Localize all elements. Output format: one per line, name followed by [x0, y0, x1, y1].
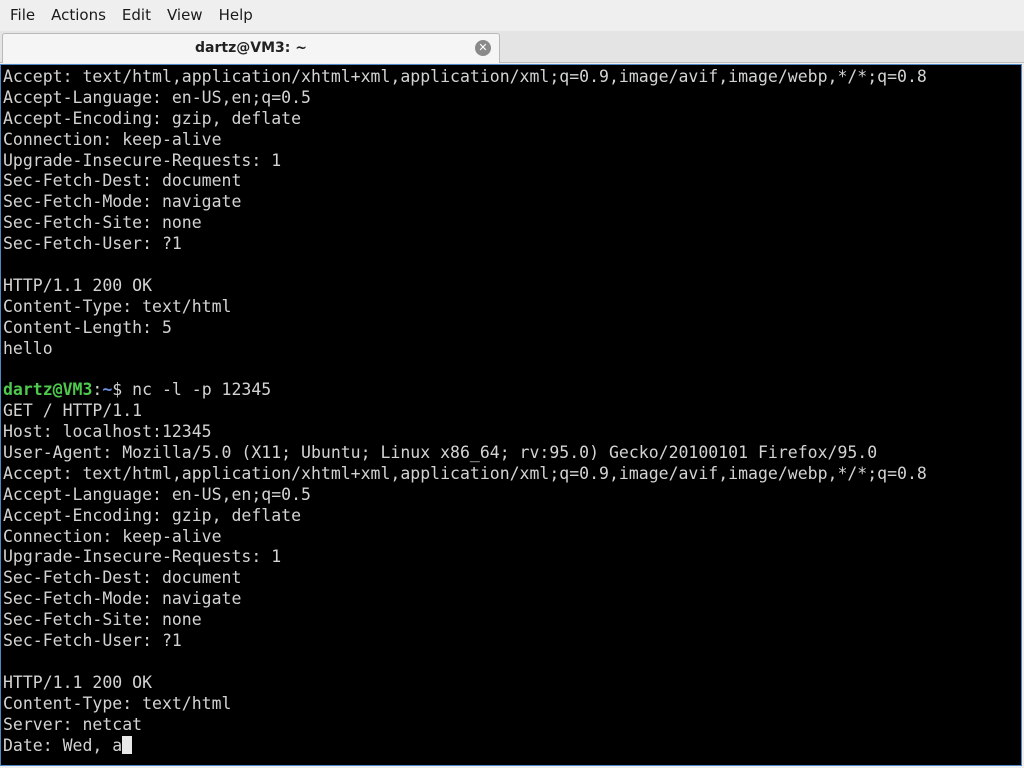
- output-line: Sec-Fetch-Site: none: [3, 610, 202, 630]
- close-icon[interactable]: ✕: [475, 40, 491, 56]
- menubar: File Actions Edit View Help: [0, 0, 1024, 30]
- text-cursor: [122, 735, 133, 754]
- terminal-window: File Actions Edit View Help dartz@VM3: ~…: [0, 0, 1024, 768]
- output-line: HTTP/1.1 200 OK: [3, 672, 153, 692]
- prompt-colon: :: [92, 380, 103, 400]
- menu-actions[interactable]: Actions: [43, 0, 114, 30]
- output-line: Accept: text/html,application/xhtml+xml,…: [3, 67, 927, 86]
- tab-bar: dartz@VM3: ~ ✕: [0, 31, 1024, 63]
- output-line: Connection: keep-alive: [3, 129, 222, 149]
- output-line: Accept: text/html,application/xhtml+xml,…: [3, 463, 927, 483]
- output-line: Connection: keep-alive: [3, 526, 222, 546]
- output-line: Sec-Fetch-User: ?1: [3, 234, 182, 254]
- prompt-line: dartz@VM3:~$ nc -l -p 12345: [3, 380, 1021, 401]
- output-line: Sec-Fetch-Mode: navigate: [3, 589, 242, 609]
- input-line[interactable]: Date: Wed, a: [3, 735, 1021, 757]
- output-line: Host: localhost:12345: [3, 422, 212, 442]
- menu-edit[interactable]: Edit: [114, 0, 159, 30]
- tab-terminal[interactable]: dartz@VM3: ~ ✕: [2, 33, 500, 63]
- output-line: Accept-Language: en-US,en;q=0.5: [3, 87, 311, 107]
- prompt-path: ~: [102, 380, 113, 400]
- output-line: Sec-Fetch-Mode: navigate: [3, 192, 242, 212]
- output-line: HTTP/1.1 200 OK: [3, 275, 153, 295]
- output-line: Accept-Language: en-US,en;q=0.5: [3, 484, 311, 504]
- output-line: Content-Type: text/html: [3, 693, 232, 713]
- menu-file[interactable]: File: [2, 0, 43, 30]
- tab-title: dartz@VM3: ~: [195, 40, 307, 56]
- output-line: Upgrade-Insecure-Requests: 1: [3, 150, 282, 170]
- output-line: User-Agent: Mozilla/5.0 (X11; Ubuntu; Li…: [3, 443, 878, 463]
- output-line: Sec-Fetch-Dest: document: [3, 171, 242, 191]
- output-line: GET / HTTP/1.1: [3, 401, 143, 421]
- output-line: Accept-Encoding: gzip, deflate: [3, 505, 302, 525]
- output-line: Server: netcat: [3, 714, 143, 734]
- output-line: Sec-Fetch-Site: none: [3, 213, 202, 233]
- prompt-user-host: dartz@VM3: [3, 380, 93, 400]
- menu-help[interactable]: Help: [211, 0, 261, 30]
- output-line: hello: [3, 338, 53, 358]
- output-line: Content-Type: text/html: [3, 296, 232, 316]
- prompt-command: nc -l -p 12345: [132, 380, 272, 400]
- menu-view[interactable]: View: [159, 0, 211, 30]
- output-line: Sec-Fetch-User: ?1: [3, 631, 182, 651]
- input-text: Date: Wed, a: [3, 735, 123, 755]
- output-line: Content-Length: 5: [3, 317, 172, 337]
- prompt-dollar: $: [112, 380, 133, 400]
- output-line: Sec-Fetch-Dest: document: [3, 568, 242, 588]
- output-line: Accept-Encoding: gzip, deflate: [3, 108, 302, 128]
- terminal-output[interactable]: Accept: text/html,application/xhtml+xml,…: [0, 64, 1022, 766]
- output-line: Upgrade-Insecure-Requests: 1: [3, 547, 282, 567]
